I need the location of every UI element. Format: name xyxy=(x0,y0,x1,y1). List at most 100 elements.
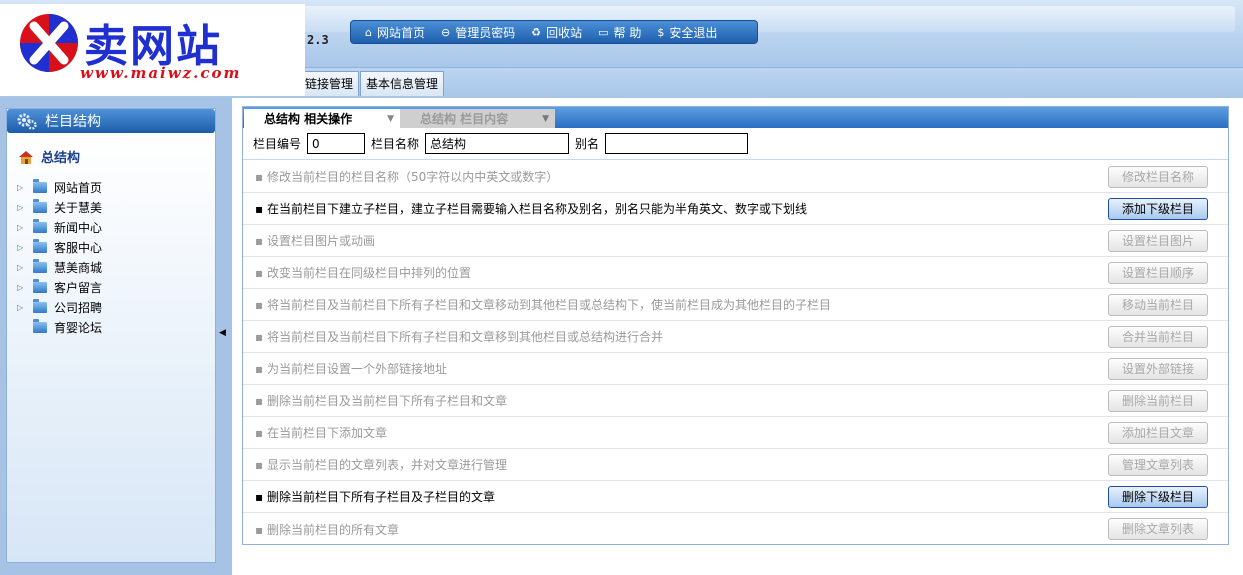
tree-item[interactable]: ▷ 关于慧美 xyxy=(17,199,102,216)
recycle-icon: ♻ xyxy=(531,25,542,39)
nav-recycle-bin[interactable]: ♻ 回收站 xyxy=(531,24,582,41)
folder-icon xyxy=(33,259,47,273)
manage-articles-button[interactable]: 管理文章列表 xyxy=(1108,454,1208,476)
operation-row: ▪ 在当前栏目下建立子栏目，建立子栏目需要输入栏目名称及别名，别名只能为半角英文… xyxy=(243,193,1228,225)
version-label: 2.3 xyxy=(307,33,329,47)
delete-article-list-button[interactable]: 删除文章列表 xyxy=(1108,518,1208,540)
tab-basic-info[interactable]: 基本信息管理 xyxy=(360,71,445,96)
operation-description: ▪ 修改当前栏目的栏目名称（50字符以内中英文或数字） xyxy=(255,170,559,184)
rename-category-button[interactable]: 修改栏目名称 xyxy=(1108,166,1208,188)
operation-row: ▪ 修改当前栏目的栏目名称（50字符以内中英文或数字） 修改栏目名称 xyxy=(243,161,1228,193)
set-external-link-button[interactable]: 设置外部链接 xyxy=(1108,358,1208,380)
sidebar-header: 栏目结构 xyxy=(7,109,215,133)
tree-item[interactable]: ▷ 客服中心 xyxy=(17,239,102,256)
set-category-image-button[interactable]: 设置栏目图片 xyxy=(1108,230,1208,252)
operation-description: ▪ 将当前栏目及当前栏目下所有子栏目和文章移动到其他栏目或总结构下，使当前栏目成… xyxy=(255,298,831,312)
nav-home[interactable]: ⌂ 网站首页 xyxy=(365,24,425,41)
tab-label: 总结构 相关操作 xyxy=(264,112,353,126)
operation-row: ▪ 设置栏目图片或动画 设置栏目图片 xyxy=(243,225,1228,257)
delete-category-button[interactable]: 删除当前栏目 xyxy=(1108,390,1208,412)
set-category-order-button[interactable]: 设置栏目顺序 xyxy=(1108,262,1208,284)
operation-description: ▪ 在当前栏目下添加文章 xyxy=(255,426,387,440)
tree-item-label: 关于慧美 xyxy=(54,201,103,215)
operation-row: ▪ 将当前栏目及当前栏目下所有子栏目和文章移到其他栏目或总结构进行合并 合并当前栏… xyxy=(243,321,1228,353)
logo-mark-icon xyxy=(20,14,78,72)
expand-icon[interactable]: ▷ xyxy=(17,203,33,212)
home-icon: ⌂ xyxy=(365,25,372,39)
category-id-field[interactable] xyxy=(307,133,366,154)
expand-icon[interactable]: ▷ xyxy=(17,183,33,192)
operation-row: ▪ 删除当前栏目下所有子栏目及子栏目的文章 删除下级栏目 xyxy=(243,481,1228,513)
alias-field[interactable] xyxy=(605,133,749,154)
tab-link-management[interactable]: 链接管理 xyxy=(299,71,360,96)
tree-item[interactable]: ▷ 新闻中心 xyxy=(17,219,102,236)
expand-icon[interactable]: ▷ xyxy=(17,223,33,232)
merge-category-button[interactable]: 合并当前栏目 xyxy=(1108,326,1208,348)
tree-item[interactable]: ▷ 客户留言 xyxy=(17,279,102,296)
delete-subcategories-button[interactable]: 删除下级栏目 xyxy=(1108,486,1208,508)
folder-icon xyxy=(33,219,47,233)
expand-icon[interactable]: ▷ xyxy=(17,243,33,252)
folder-icon xyxy=(33,319,47,333)
category-name-label: 栏目名称 xyxy=(371,137,420,151)
content-panel: 总结构 相关操作 ▼ 总结构 栏目内容 ▼ 栏目编号 栏目名称 别名 ▪ 修改当… xyxy=(242,106,1229,545)
nav-help[interactable]: ▭ 帮 助 xyxy=(598,24,641,41)
tree-item[interactable]: ▷ 公司招聘 xyxy=(17,299,102,316)
sidebar: 栏目结构 总结构 ▷ 网站首页 ▷ 关于慧美 ▷ 新闻中心 ▷ 客服中心 ▷ 慧美商城 ▷… xyxy=(6,108,216,563)
nav-admin-password[interactable]: ⊖ 管理员密码 xyxy=(441,24,515,41)
folder-icon xyxy=(33,279,47,293)
nav-label: 管理员密码 xyxy=(455,25,516,40)
tree-root[interactable]: 总结构 xyxy=(17,147,80,166)
help-icon: ▭ xyxy=(598,25,609,39)
operation-row: ▪ 为当前栏目设置一个外部链接地址 设置外部链接 xyxy=(243,353,1228,385)
top-nav: ⌂ 网站首页 ⊖ 管理员密码 ♻ 回收站 ▭ 帮 助 $ 安全退出 xyxy=(350,20,758,44)
operation-row: ▪ 删除当前栏目的所有文章 删除文章列表 xyxy=(243,513,1228,545)
tree-item[interactable]: ▷ 网站首页 xyxy=(17,179,102,196)
operation-row: ▪ 在当前栏目下添加文章 添加栏目文章 xyxy=(243,417,1228,449)
operation-description: ▪ 删除当前栏目下所有子栏目及子栏目的文章 xyxy=(255,490,495,504)
alias-label: 别名 xyxy=(575,137,600,151)
nav-label: 安全退出 xyxy=(669,25,718,40)
exit-icon: $ xyxy=(657,25,665,39)
tab-related-operations[interactable]: 总结构 相关操作 ▼ xyxy=(244,109,400,128)
folder-icon xyxy=(33,299,47,313)
category-tree: 总结构 ▷ 网站首页 ▷ 关于慧美 ▷ 新闻中心 ▷ 客服中心 ▷ 慧美商城 ▷ 客户留言 … xyxy=(7,133,215,562)
operation-row: ▪ 将当前栏目及当前栏目下所有子栏目和文章移动到其他栏目或总结构下，使当前栏目成… xyxy=(243,289,1228,321)
dropdown-arrow-icon: ▼ xyxy=(542,113,549,124)
logo-url: www.maiwz.com xyxy=(80,64,242,82)
move-category-button[interactable]: 移动当前栏目 xyxy=(1108,294,1208,316)
dropdown-arrow-icon: ▼ xyxy=(387,113,394,124)
nav-logout[interactable]: $ 安全退出 xyxy=(657,24,717,41)
nav-label: 回收站 xyxy=(546,25,583,40)
expand-icon[interactable]: ▷ xyxy=(17,303,33,312)
tree-item-label: 育婴论坛 xyxy=(54,321,103,335)
gears-icon xyxy=(17,113,37,130)
home-tree-icon xyxy=(19,150,33,164)
category-form: 栏目编号 栏目名称 别名 xyxy=(243,128,1228,160)
operation-row: ▪ 显示当前栏目的文章列表，并对文章进行管理 管理文章列表 xyxy=(243,449,1228,481)
expand-icon[interactable]: ▷ xyxy=(17,283,33,292)
key-icon: ⊖ xyxy=(441,25,451,39)
tree-item-label: 慧美商城 xyxy=(54,261,103,275)
tree-item[interactable]: ▷ 慧美商城 xyxy=(17,259,102,276)
add-article-button[interactable]: 添加栏目文章 xyxy=(1108,422,1208,444)
tab-category-content[interactable]: 总结构 栏目内容 ▼ xyxy=(400,109,555,128)
folder-icon xyxy=(33,239,47,253)
expand-icon[interactable]: ▷ xyxy=(17,263,33,272)
operation-row: ▪ 改变当前栏目在同级栏目中排列的位置 设置栏目顺序 xyxy=(243,257,1228,289)
tab-label: 总结构 栏目内容 xyxy=(420,112,509,126)
tree-item[interactable]: 育婴论坛 xyxy=(17,319,102,336)
collapse-sidebar-icon[interactable]: ◀ xyxy=(219,328,226,338)
tree-item-label: 客户留言 xyxy=(54,281,103,295)
tree-item-label: 网站首页 xyxy=(54,181,103,195)
operation-description: ▪ 删除当前栏目及当前栏目下所有子栏目和文章 xyxy=(255,394,507,408)
operation-row: ▪ 删除当前栏目及当前栏目下所有子栏目和文章 删除当前栏目 xyxy=(243,385,1228,417)
category-name-field[interactable] xyxy=(425,133,570,154)
sidebar-title: 栏目结构 xyxy=(45,114,101,130)
add-subcategory-button[interactable]: 添加下级栏目 xyxy=(1108,198,1208,220)
logo: 卖网站 www.maiwz.com xyxy=(0,4,305,96)
tree-root-label: 总结构 xyxy=(41,151,81,166)
operation-description: ▪ 设置栏目图片或动画 xyxy=(255,234,375,248)
folder-icon xyxy=(33,199,47,213)
operation-description: ▪ 在当前栏目下建立子栏目，建立子栏目需要输入栏目名称及别名，别名只能为半角英文… xyxy=(255,202,807,216)
